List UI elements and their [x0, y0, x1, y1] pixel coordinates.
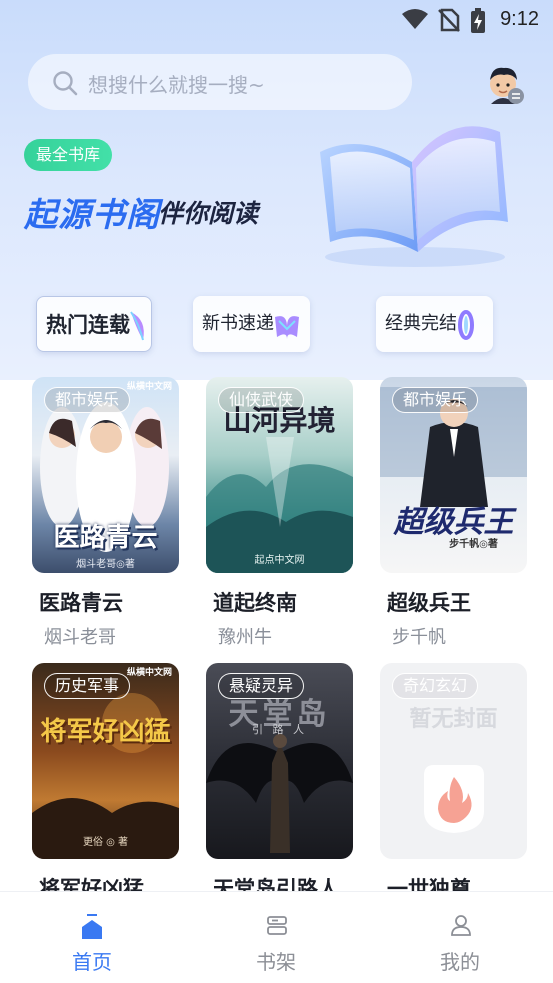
gem-icon: [129, 309, 147, 365]
nav-profile-label: 我的: [440, 950, 480, 974]
nav-bookshelf-label: 书架: [256, 950, 296, 974]
genre-tag: 悬疑灵异: [218, 673, 305, 699]
book-cover[interactable]: 医路青云 烟斗老哥◎著 纵横中文网 都市娱乐: [32, 377, 179, 573]
gem-icon: [273, 308, 301, 364]
nav-profile[interactable]: 我的: [405, 892, 515, 983]
user-avatar[interactable]: [484, 64, 526, 106]
wifi-icon: [401, 8, 429, 34]
classic-finished-label: 经典完结: [385, 313, 457, 334]
book-author: 步千帆: [392, 627, 446, 648]
book-title[interactable]: 医路青云: [39, 587, 123, 617]
nav-home-label: 首页: [72, 950, 112, 974]
genre-tag: 奇幻玄幻: [392, 673, 479, 699]
book-author: 烟斗老哥: [44, 627, 116, 648]
book-cover[interactable]: 超级兵王 步千帆◎著 都市娱乐: [380, 377, 527, 573]
genre-tag: 仙侠武侠: [218, 387, 305, 413]
genre-tag: 都市娱乐: [392, 387, 479, 413]
cover-author: 更俗 ◎ 著: [82, 837, 129, 848]
search-bar[interactable]: 想搜什么就搜一搜~: [28, 54, 412, 110]
bookshelf-icon: [266, 914, 288, 940]
new-books-label: 新书速递: [202, 313, 274, 334]
classic-finished-button[interactable]: 经典完结: [376, 296, 493, 352]
cover-publisher: 起点中文网: [254, 555, 305, 566]
search-icon: [52, 70, 78, 100]
gem-icon: [458, 308, 474, 364]
book-cover[interactable]: 天堂岛 引 路 人 悬疑灵异: [206, 663, 353, 859]
app-title: 起源书阁: [24, 195, 160, 234]
genre-tag: 历史军事: [44, 673, 131, 699]
book-cover[interactable]: 暂无封面 奇幻玄幻: [380, 663, 527, 859]
search-placeholder[interactable]: 想搜什么就搜一搜~: [88, 69, 265, 98]
cover-title: 医路青云: [53, 523, 158, 553]
bottom-navigation: 首页 书架 我的: [0, 891, 553, 983]
cover-subtitle: 引 路 人: [252, 723, 307, 736]
flame-icon: [420, 755, 488, 839]
clock: 9:12: [500, 8, 539, 30]
cover-author: 烟斗老哥◎著: [76, 559, 135, 570]
no-sim-icon: [438, 8, 460, 36]
app-slogan: 伴你阅读: [158, 199, 259, 228]
nav-home[interactable]: 首页: [37, 892, 147, 983]
new-books-button[interactable]: 新书速递: [193, 296, 310, 352]
profile-icon: [450, 914, 472, 940]
book-cover[interactable]: 山河异境 起点中文网 仙侠武侠: [206, 377, 353, 573]
book-cover[interactable]: 将军好凶猛 更俗 ◎ 著 纵横中文网 历史军事: [32, 663, 179, 859]
battery-charging-icon: [470, 8, 486, 38]
library-badge: 最全书库: [24, 139, 113, 171]
book-title[interactable]: 超级兵王: [387, 587, 471, 617]
no-cover-text: 暂无封面: [409, 707, 498, 732]
hot-serial-label: 热门连载: [46, 313, 130, 337]
nav-bookshelf[interactable]: 书架: [221, 892, 331, 983]
open-book-illustration: [300, 112, 515, 272]
hot-serial-button[interactable]: 热门连载: [36, 296, 152, 352]
home-icon: [81, 914, 103, 944]
status-bar: 9:12: [0, 0, 553, 40]
cover-title: 将军好凶猛: [40, 717, 171, 747]
book-title[interactable]: 道起终南: [213, 587, 297, 617]
book-author: 豫州牛: [218, 627, 272, 648]
cover-author: 步千帆◎著: [449, 539, 498, 550]
genre-tag: 都市娱乐: [44, 387, 131, 413]
